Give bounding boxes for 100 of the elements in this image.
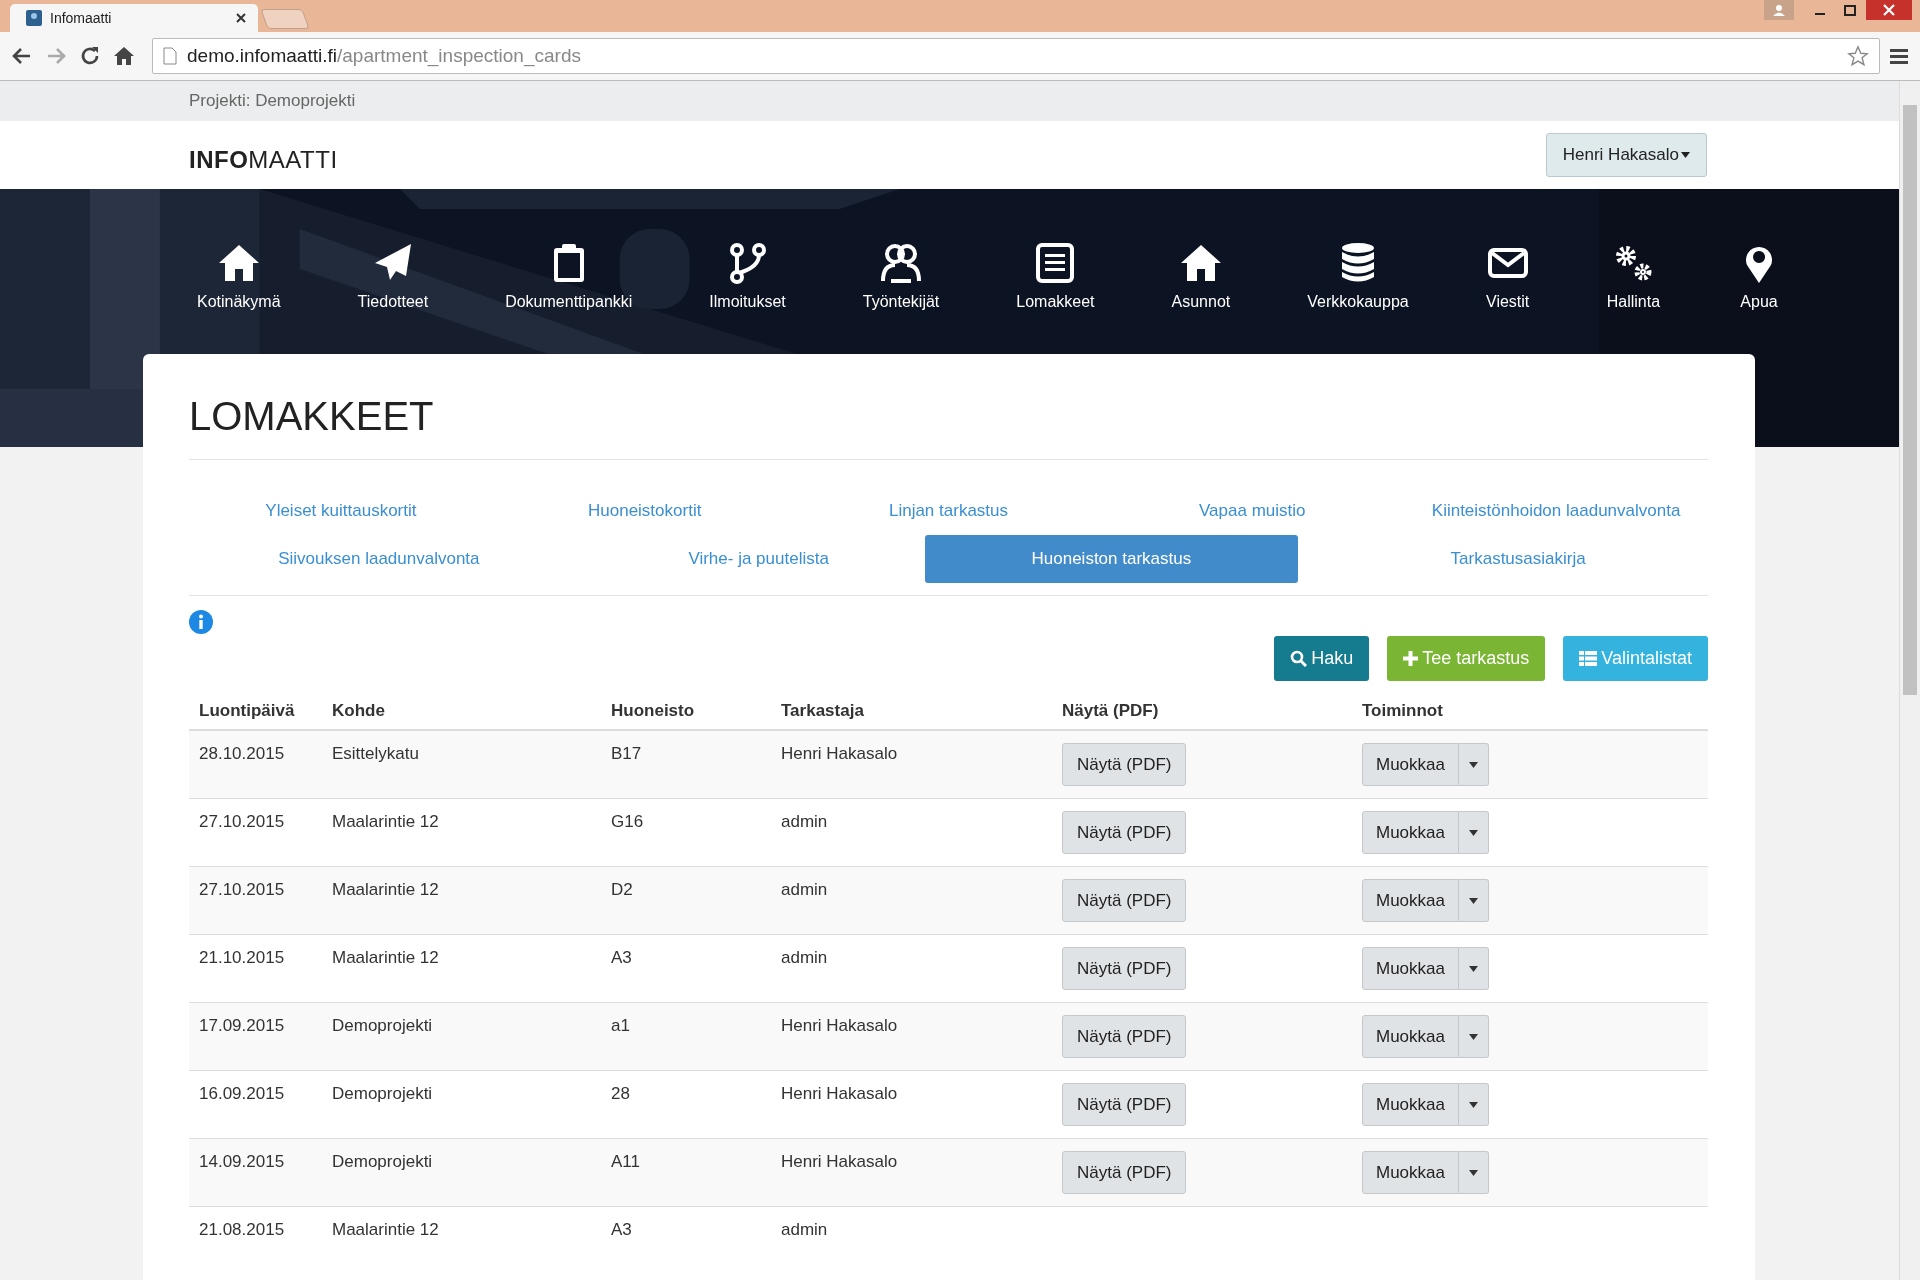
form-tab[interactable]: Huoneiston tarkastus	[924, 535, 1299, 583]
table-cell-text: 16.09.2015	[199, 1083, 285, 1104]
browser-tab[interactable]: Infomaatti	[10, 4, 258, 32]
nav-item[interactable]: Apua	[1715, 241, 1804, 311]
form-tab[interactable]: Vapaa muistio	[1179, 496, 1326, 535]
table-cell-text: A3	[611, 1219, 632, 1240]
nav-item[interactable]: Viestit	[1463, 241, 1552, 311]
project-label: Projekti: Demoprojekti	[189, 91, 356, 111]
view-pdf-button[interactable]: Näytä (PDF)	[1062, 811, 1187, 854]
table-cell-text: 28	[611, 1083, 630, 1104]
table-cell-text: D2	[611, 879, 633, 900]
menu-icon[interactable]	[1890, 46, 1910, 66]
table-cell-text: 14.09.2015	[199, 1151, 285, 1172]
star-icon[interactable]	[1847, 45, 1869, 67]
view-pdf-button[interactable]: Näytä (PDF)	[1062, 1151, 1187, 1194]
table-cell-text: 27.10.2015	[199, 879, 285, 900]
tab-title: Infomaatti	[50, 10, 113, 26]
dropdown-button[interactable]	[1459, 743, 1489, 786]
edit-button[interactable]: Muokkaa	[1362, 1083, 1459, 1126]
url-text: demo.infomaatti.fi/apartment_inspection_cards	[187, 45, 582, 67]
favicon-icon	[26, 10, 42, 26]
scrollbar-thumb[interactable]	[1903, 105, 1917, 695]
edit-button[interactable]: Muokkaa	[1362, 743, 1459, 786]
user-icon[interactable]	[1764, 0, 1794, 20]
view-pdf-button[interactable]: Näytä (PDF)	[1062, 879, 1187, 922]
form-tab[interactable]: Virhe- ja puutelista	[668, 535, 849, 583]
table-cell-text: Henri Hakasalo	[781, 743, 898, 764]
form-tab[interactable]: Yleiset kuittauskortit	[245, 496, 437, 535]
dropdown-button[interactable]	[1459, 1015, 1489, 1058]
caret-icon	[1469, 1033, 1478, 1040]
table-cell-text: Maalarintie 12	[332, 811, 439, 832]
view-pdf-button[interactable]: Näytä (PDF)	[1062, 947, 1187, 990]
table-cell-text: Demoprojekti	[332, 1151, 433, 1172]
edit-button[interactable]: Muokkaa	[1362, 1015, 1459, 1058]
edit-button[interactable]: Muokkaa	[1362, 879, 1459, 922]
nav-item[interactable]: Verkkokauppa	[1285, 241, 1431, 311]
table-cell-text: 21.08.2015	[199, 1219, 285, 1240]
column-header: Kohde	[332, 701, 385, 720]
view-pdf-button[interactable]: Näytä (PDF)	[1062, 1015, 1187, 1058]
column-header: Näytä (PDF)	[1062, 701, 1159, 720]
table-cell-text: Henri Hakasalo	[781, 1083, 898, 1104]
table-cell-text: B17	[611, 743, 642, 764]
dropdown-button[interactable]	[1459, 879, 1489, 922]
form-tab[interactable]: Siivouksen laadunvalvonta	[258, 535, 500, 583]
form-tab[interactable]: Huoneistokortit	[568, 496, 722, 535]
caret-icon	[1469, 965, 1478, 972]
nav-item[interactable]: Ilmoitukset	[687, 241, 808, 311]
caret-icon	[1469, 897, 1478, 904]
edit-button[interactable]: Muokkaa	[1362, 1151, 1459, 1194]
dropdown-button[interactable]	[1459, 1083, 1489, 1126]
nav-item[interactable]: Lomakkeet	[994, 241, 1117, 311]
form-tab[interactable]: Linjan tarkastus	[868, 496, 1029, 535]
table-cell-text: G16	[611, 811, 644, 832]
search-button[interactable]: Haku	[1274, 636, 1370, 681]
table-cell-text: admin	[781, 879, 828, 900]
nav-item[interactable]: Asunnot	[1149, 241, 1253, 311]
nav-item[interactable]: Hallinta	[1584, 241, 1683, 311]
table-cell-text: Demoprojekti	[332, 1083, 433, 1104]
view-pdf-button[interactable]: Näytä (PDF)	[1062, 1083, 1187, 1126]
edit-button[interactable]: Muokkaa	[1362, 947, 1459, 990]
logo[interactable]: INFOMAATTI	[189, 146, 338, 174]
table-cell-text: Henri Hakasalo	[781, 1015, 898, 1036]
form-tab[interactable]: Kiinteistönhoidon laadunvalvonta	[1411, 496, 1701, 535]
grid-icon	[1579, 651, 1598, 666]
table-cell-text: Demoprojekti	[332, 1015, 433, 1036]
close-icon[interactable]	[236, 13, 246, 23]
table-cell-text: admin	[781, 811, 828, 832]
edit-button[interactable]: Muokkaa	[1362, 811, 1459, 854]
form-tab[interactable]: Tarkastusasiakirja	[1430, 535, 1606, 583]
dropdown-button[interactable]	[1459, 947, 1489, 990]
nav-item[interactable]: Kotinäkymä	[175, 241, 303, 311]
table-cell-text: 28.10.2015	[199, 743, 285, 764]
dropdown-button[interactable]	[1459, 811, 1489, 854]
nav-item[interactable]: Tiedotteet	[335, 241, 451, 311]
caret-icon	[1469, 1169, 1478, 1176]
table-cell-text: Esittelykatu	[332, 743, 419, 764]
table-cell-text: admin	[781, 1219, 828, 1240]
scrollbar[interactable]	[1899, 81, 1920, 1280]
dropdown-button[interactable]	[1459, 1151, 1489, 1194]
table-cell-text: a1	[611, 1015, 630, 1036]
search-icon	[1290, 650, 1308, 667]
column-header: Huoneisto	[611, 701, 695, 720]
home-icon[interactable]	[112, 44, 136, 68]
nav-item[interactable]: Dokumenttipankki	[483, 241, 655, 311]
caret-icon	[1469, 829, 1478, 836]
table-cell-text: Henri Hakasalo	[781, 1151, 898, 1172]
caret-icon	[1469, 761, 1478, 768]
nav-item[interactable]: Työntekijät	[840, 241, 962, 311]
table-cell-text: 17.09.2015	[199, 1015, 285, 1036]
column-header: Toiminnot	[1362, 701, 1443, 720]
address-bar[interactable]: demo.infomaatti.fi/apartment_inspection_cards	[152, 38, 1880, 74]
table-cell-text: A3	[611, 947, 632, 968]
plus-icon	[1403, 651, 1419, 666]
page-title: LOMAKKEET	[189, 394, 434, 440]
people-icon	[879, 241, 924, 285]
info-icon[interactable]	[189, 610, 213, 634]
close-icon[interactable]	[1866, 0, 1912, 20]
view-pdf-button[interactable]: Näytä (PDF)	[1062, 743, 1187, 786]
user-menu-button[interactable]: Henri Hakasalo	[1545, 133, 1707, 177]
page-icon	[163, 47, 177, 65]
